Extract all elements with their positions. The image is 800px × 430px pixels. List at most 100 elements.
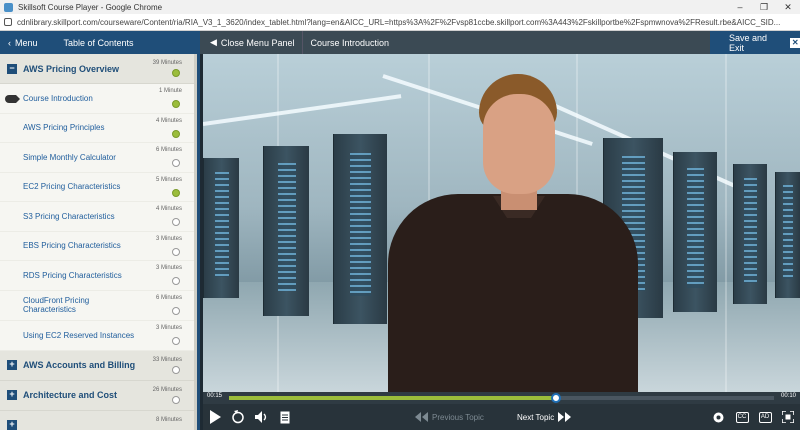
section-header[interactable]: + Architecture and Cost 26 Minutes xyxy=(0,380,197,411)
fullscreen-icon xyxy=(782,411,794,423)
rewind-10-button[interactable] xyxy=(231,410,245,424)
topic-label: EBS Pricing Characteristics xyxy=(23,241,121,251)
next-topic-button[interactable]: Next Topic xyxy=(517,410,572,424)
next-topic-label: Next Topic xyxy=(517,412,555,422)
collapse-icon[interactable]: − xyxy=(7,63,17,74)
section-duration: 8 Minutes xyxy=(155,416,182,423)
topic-duration: 4 Minutes xyxy=(155,117,182,124)
topic-item[interactable]: Using EC2 Reserved Instances 3 Minutes xyxy=(0,321,197,351)
section-header[interactable]: − AWS Pricing Overview 39 Minutes xyxy=(0,54,197,84)
seek-bar[interactable] xyxy=(229,393,774,403)
topic-item[interactable]: AWS Pricing Principles 4 Minutes xyxy=(0,114,197,143)
section-title: AWS Accounts and Billing xyxy=(23,360,136,370)
topic-item[interactable]: S3 Pricing Characteristics 4 Minutes xyxy=(0,202,197,232)
section-header[interactable]: + AWS Accounts and Billing 33 Minutes xyxy=(0,350,197,381)
closed-captions-button[interactable]: CC xyxy=(735,410,749,424)
topic-duration: 6 Minutes xyxy=(155,294,182,301)
total-time: 00:10 xyxy=(780,393,796,399)
topic-label: Simple Monthly Calculator xyxy=(23,152,116,162)
triangle-left-icon: ◀ xyxy=(210,37,217,47)
seek-handle[interactable] xyxy=(551,393,561,403)
topic-label: S3 Pricing Characteristics xyxy=(23,211,115,221)
server-rack xyxy=(333,134,387,324)
expand-icon[interactable]: + xyxy=(7,360,17,370)
fullscreen-button[interactable] xyxy=(781,410,795,424)
server-rack xyxy=(263,146,309,316)
speaker-icon xyxy=(255,411,267,423)
audio-description-button[interactable]: AD xyxy=(758,410,772,424)
status-incomplete-icon xyxy=(172,306,180,315)
topic-label: Using EC2 Reserved Instances xyxy=(23,330,135,340)
glass-pillar xyxy=(725,54,727,392)
topic-item[interactable]: EBS Pricing Characteristics 3 Minutes xyxy=(0,232,197,261)
ad-icon: AD xyxy=(758,411,772,423)
server-rack xyxy=(203,158,239,298)
elapsed-time: 00:15 xyxy=(207,393,223,399)
topic-item[interactable]: EC2 Pricing Characteristics 5 Minutes xyxy=(0,173,197,202)
topic-duration: 5 Minutes xyxy=(155,176,182,183)
status-incomplete-icon xyxy=(172,218,180,226)
section-header[interactable]: + 8 Minutes xyxy=(0,410,197,430)
ceiling-light xyxy=(203,94,402,126)
expand-icon[interactable]: + xyxy=(7,420,17,430)
status-complete-icon xyxy=(172,69,180,77)
expand-icon[interactable]: + xyxy=(7,390,17,400)
play-button[interactable] xyxy=(209,410,221,424)
double-chevron-left-icon xyxy=(415,412,428,422)
maximize-icon[interactable]: ❐ xyxy=(752,0,776,14)
server-rack xyxy=(775,172,800,298)
presenter-face xyxy=(483,94,555,194)
menu-label: Menu xyxy=(15,37,38,48)
topic-label: CloudFront Pricing Characteristics xyxy=(23,296,90,314)
gear-icon xyxy=(713,412,723,422)
progress-row: 00:15 00:10 xyxy=(203,392,800,404)
url-text[interactable]: cdnlibrary.skillport.com/courseware/Cont… xyxy=(17,18,797,27)
status-incomplete-icon xyxy=(172,395,180,404)
close-menu-panel-label: Close Menu Panel xyxy=(220,37,295,48)
topic-header: ◀ Close Menu Panel Course Introduction xyxy=(200,31,710,54)
volume-button[interactable] xyxy=(255,410,269,424)
save-and-exit-label: Save and Exit xyxy=(729,32,768,53)
section-title: Architecture and Cost xyxy=(23,390,118,400)
topic-label: EC2 Pricing Characteristics xyxy=(23,182,121,192)
window-title: Skillsoft Course Player - Google Chrome xyxy=(18,2,163,12)
topic-item[interactable]: CloudFront Pricing Characteristics 6 Min… xyxy=(0,291,197,321)
menu-button[interactable]: ‹ Menu xyxy=(8,38,38,48)
status-incomplete-icon xyxy=(172,336,180,345)
topic-label: Course Introduction xyxy=(23,93,93,103)
topic-item[interactable]: Simple Monthly Calculator 6 Minutes xyxy=(0,143,197,173)
presenter-shirt xyxy=(388,194,638,392)
settings-button[interactable] xyxy=(711,410,725,424)
player-controls: Previous Topic Next Topic CC AD xyxy=(203,404,800,430)
topic-duration: 3 Minutes xyxy=(155,324,182,331)
status-complete-icon xyxy=(172,129,180,138)
document-icon xyxy=(280,411,289,423)
close-menu-panel-button[interactable]: ◀ Close Menu Panel xyxy=(210,37,294,48)
current-topic-title: Course Introduction xyxy=(310,37,390,48)
section-title: AWS Pricing Overview xyxy=(23,63,120,74)
topic-item[interactable]: Course Introduction 1 Minute xyxy=(0,84,197,114)
cc-icon: CC xyxy=(735,411,749,423)
topic-duration: 3 Minutes xyxy=(155,265,182,271)
status-complete-icon xyxy=(172,188,180,197)
address-bar[interactable]: cdnlibrary.skillport.com/courseware/Cont… xyxy=(0,14,800,31)
section-duration: 26 Minutes xyxy=(152,386,182,393)
status-incomplete-icon xyxy=(172,159,180,167)
server-rack xyxy=(673,152,717,312)
previous-topic-button[interactable]: Previous Topic xyxy=(415,410,484,424)
transcript-button[interactable] xyxy=(279,410,290,424)
topic-duration: 4 Minutes xyxy=(155,206,182,212)
menu-header: ‹ Menu Table of Contents xyxy=(0,31,200,54)
section-duration: 33 Minutes xyxy=(152,356,182,363)
close-window-icon[interactable]: ✕ xyxy=(776,0,800,14)
header-divider xyxy=(302,31,304,54)
sidebar-scrollbar[interactable] xyxy=(194,54,197,430)
topic-item[interactable]: RDS Pricing Characteristics 3 Minutes xyxy=(0,261,197,291)
status-incomplete-icon xyxy=(172,247,180,256)
video-player[interactable] xyxy=(203,54,800,392)
topic-label: RDS Pricing Characteristics xyxy=(23,270,122,280)
save-and-exit-button[interactable]: Save and Exit ✕ xyxy=(710,31,800,54)
topic-label: AWS Pricing Principles xyxy=(23,123,105,133)
table-of-contents-title: Table of Contents xyxy=(63,37,134,48)
minimize-icon[interactable]: – xyxy=(728,0,752,14)
